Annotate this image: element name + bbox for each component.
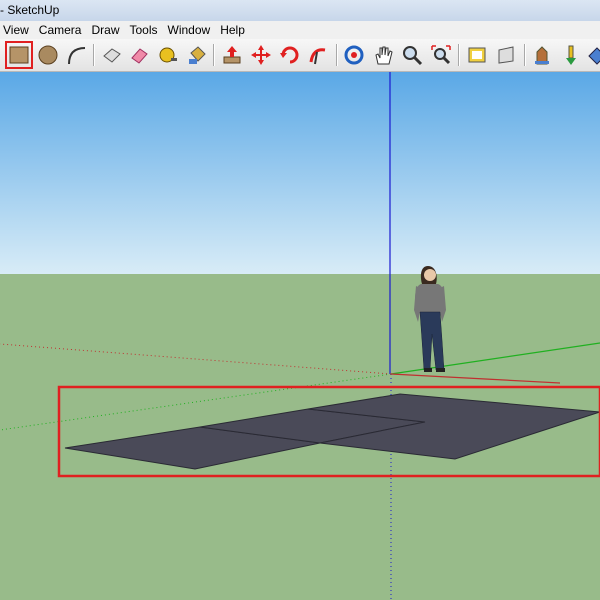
- menu-camera[interactable]: Camera: [36, 21, 89, 39]
- push-pull-tool[interactable]: [219, 42, 245, 68]
- shadow-icon: [588, 47, 600, 65]
- menu-draw[interactable]: Draw: [88, 21, 126, 39]
- extension-tool[interactable]: [558, 42, 584, 68]
- shadow-tool[interactable]: [585, 42, 600, 68]
- get-models-tool[interactable]: [464, 42, 490, 68]
- rectangle-icon: [9, 46, 29, 64]
- title-bar: - SketchUp: [0, 0, 600, 21]
- eraser-icon: [131, 48, 148, 64]
- share-model-icon: [498, 46, 514, 64]
- zoom-extents-icon: [431, 45, 451, 65]
- tape-measure-tool[interactable]: [155, 42, 181, 68]
- sky: [0, 72, 600, 274]
- menu-tools[interactable]: Tools: [127, 21, 165, 39]
- rotate-icon: [280, 46, 299, 64]
- rotate-tool[interactable]: [277, 42, 303, 68]
- zoom-extents-tool[interactable]: [428, 42, 454, 68]
- make-component-tool[interactable]: [99, 42, 125, 68]
- modeling-viewport[interactable]: [0, 72, 600, 600]
- zoom-icon: [403, 46, 423, 66]
- follow-me-tool[interactable]: [305, 42, 331, 68]
- arc-tool[interactable]: [63, 42, 89, 68]
- components-icon: [535, 46, 549, 65]
- circle-tool[interactable]: [35, 42, 61, 68]
- extension-icon: [566, 45, 576, 65]
- rectangle-tool[interactable]: [5, 41, 33, 69]
- pan-tool[interactable]: [370, 42, 396, 68]
- components-tool[interactable]: [529, 42, 555, 68]
- orbit-icon: [344, 45, 364, 65]
- move-icon: [251, 45, 271, 65]
- paint-bucket-icon: [189, 46, 206, 64]
- get-models-icon: [468, 47, 486, 63]
- zoom-tool[interactable]: [399, 42, 425, 68]
- menu-bar: View Camera Draw Tools Window Help: [0, 21, 600, 39]
- move-tool[interactable]: [248, 42, 274, 68]
- pan-hand-icon: [375, 46, 393, 65]
- menu-window[interactable]: Window: [165, 21, 218, 39]
- push-pull-icon: [223, 46, 241, 64]
- window-title: - SketchUp: [0, 3, 60, 17]
- follow-me-icon: [309, 48, 326, 65]
- eraser-tool[interactable]: [126, 42, 152, 68]
- circle-icon: [38, 45, 58, 65]
- toolbar: [0, 39, 600, 72]
- menu-help[interactable]: Help: [217, 21, 252, 39]
- paint-bucket-tool[interactable]: [184, 42, 210, 68]
- orbit-tool[interactable]: [341, 42, 367, 68]
- component-icon: [103, 48, 121, 63]
- menu-view[interactable]: View: [0, 21, 36, 39]
- tape-measure-icon: [159, 47, 177, 63]
- arc-icon: [68, 47, 86, 65]
- share-model-tool[interactable]: [493, 42, 519, 68]
